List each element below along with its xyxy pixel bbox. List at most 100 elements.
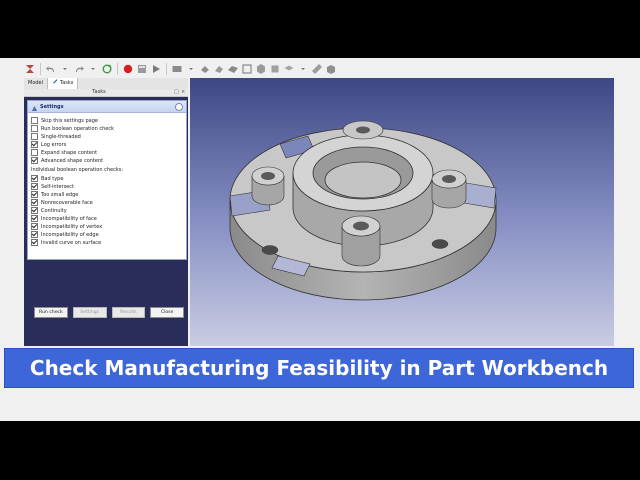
tab-back	[342, 120, 384, 140]
checkbox[interactable]	[31, 215, 38, 222]
boss-front	[341, 215, 381, 267]
tasks-header: Tasks □ ×	[24, 89, 188, 97]
option-skip-settings[interactable]: Skip this settings page	[31, 117, 98, 124]
checkbox[interactable]	[31, 125, 38, 132]
fit-selection-icon[interactable]	[213, 63, 225, 75]
view-axo-icon[interactable]	[255, 63, 267, 75]
option-label: Advanced shape content	[41, 157, 104, 164]
option-label: Log errors	[41, 141, 67, 148]
checkbox[interactable]	[31, 207, 38, 214]
check-bad-type[interactable]: Bad type	[31, 175, 63, 182]
main-toolbar	[24, 61, 614, 77]
checkbox[interactable]	[31, 175, 38, 182]
tab-label: Tasks	[60, 80, 74, 86]
measure-icon[interactable]	[311, 63, 323, 75]
option-expand-shape-content[interactable]: Expand shape content	[31, 149, 97, 156]
option-run-boolean-check[interactable]: Run boolean operation check	[31, 125, 114, 132]
results-button[interactable]: Results	[111, 307, 146, 318]
option-label: Run boolean operation check	[41, 125, 114, 132]
part-icon[interactable]	[325, 63, 337, 75]
boolean-checks-label: Individual boolean operation checks:	[31, 167, 124, 173]
macro-editor-icon[interactable]	[136, 63, 148, 75]
view-front-icon[interactable]	[269, 63, 281, 75]
check-geometry-icon	[31, 97, 38, 116]
settings-button[interactable]: Settings	[72, 307, 107, 318]
tab-model[interactable]: Model	[24, 78, 49, 89]
check-self-intersect[interactable]: Self-intersect	[31, 183, 74, 190]
check-geometry-buttons: Run check Settings Results Close	[34, 307, 184, 318]
center-bore	[324, 161, 402, 199]
check-incompatibility-face[interactable]: Incompatibility of face	[31, 215, 97, 222]
checkbox[interactable]	[31, 133, 38, 140]
collapse-section-icon[interactable]	[175, 103, 183, 111]
boss-right	[431, 169, 467, 209]
refresh-icon[interactable]	[101, 63, 113, 75]
tab-tasks[interactable]: Tasks	[48, 78, 79, 89]
bounding-box-icon[interactable]	[241, 63, 253, 75]
redo-icon[interactable]	[73, 63, 85, 75]
draw-style-icon[interactable]	[227, 63, 239, 75]
check-too-small-edge[interactable]: Too small edge	[31, 191, 78, 198]
checkbox[interactable]	[31, 157, 38, 164]
dropdown-arrow-icon[interactable]	[185, 63, 197, 75]
dropdown-arrow-icon[interactable]	[297, 63, 309, 75]
wrench-icon	[52, 78, 58, 89]
toolbar-separator	[40, 63, 41, 75]
checkbox[interactable]	[31, 239, 38, 246]
option-label: Invalid curve on surface	[41, 239, 102, 246]
part-model[interactable]	[190, 78, 614, 346]
float-panel-icon[interactable]: □	[174, 89, 179, 96]
option-single-threaded[interactable]: Single-threaded	[31, 133, 81, 140]
toolbar-separator	[117, 63, 118, 75]
check-incompatibility-edge[interactable]: Incompatibility of edge	[31, 231, 99, 238]
boss-left	[251, 166, 285, 206]
close-button[interactable]: Close	[150, 307, 184, 318]
checkbox[interactable]	[31, 191, 38, 198]
close-panel-icon[interactable]: ×	[181, 89, 185, 96]
checkbox[interactable]	[31, 183, 38, 190]
check-incompatibility-vertex[interactable]: Incompatibility of vertex	[31, 223, 102, 230]
option-label: Incompatibility of edge	[41, 231, 99, 238]
check-nonrecoverable-face[interactable]: Nonrecoverable face	[31, 199, 93, 206]
3d-viewport[interactable]	[190, 78, 614, 346]
fit-all-icon[interactable]	[199, 63, 211, 75]
option-label: Skip this settings page	[41, 117, 98, 124]
settings-title: Settings	[40, 103, 64, 110]
option-label: Self-intersect	[41, 183, 74, 190]
dropdown-arrow-icon[interactable]	[59, 63, 71, 75]
option-label: Incompatibility of vertex	[41, 223, 103, 230]
title-banner: Check Manufacturing Feasibility in Part …	[4, 348, 634, 388]
checkbox[interactable]	[31, 117, 38, 124]
freecad-window: Model Tasks Tasks □ × Settings Skip this…	[0, 58, 640, 421]
banner-title: Check Manufacturing Feasibility in Part …	[29, 356, 609, 380]
settings-header[interactable]: Settings	[28, 101, 186, 113]
check-invalid-curve[interactable]: Invalid curve on surface	[31, 239, 101, 246]
checkbox[interactable]	[31, 231, 38, 238]
checkbox[interactable]	[31, 149, 38, 156]
record-macro-icon[interactable]	[122, 63, 134, 75]
undo-icon[interactable]	[45, 63, 57, 75]
option-label: Too small edge	[41, 191, 79, 198]
checkbox[interactable]	[31, 141, 38, 148]
workbench-icon[interactable]	[24, 63, 36, 75]
option-label: Single-threaded	[41, 133, 81, 140]
view-top-icon[interactable]	[283, 63, 295, 75]
run-check-button[interactable]: Run check	[34, 307, 68, 318]
settings-box: Settings Skip this settings page Run boo…	[27, 100, 187, 260]
option-label: Expand shape content	[41, 149, 98, 156]
dropdown-arrow-icon[interactable]	[87, 63, 99, 75]
tasks-title: Tasks	[92, 89, 106, 95]
check-continuity[interactable]: Continuity	[31, 207, 67, 214]
option-log-errors[interactable]: Log errors	[31, 141, 66, 148]
checkbox[interactable]	[31, 199, 38, 206]
checkbox[interactable]	[31, 223, 38, 230]
view-display-icon[interactable]	[171, 63, 183, 75]
play-macro-icon[interactable]	[150, 63, 162, 75]
hole-front-left	[261, 245, 279, 255]
option-label: Incompatibility of face	[41, 215, 97, 222]
hole-front-right	[431, 239, 449, 249]
combo-view-tabs: Model Tasks	[24, 78, 188, 89]
option-label: Nonrecoverable face	[41, 199, 93, 206]
option-advanced-shape-content[interactable]: Advanced shape content	[31, 157, 103, 164]
combo-view-panel: Model Tasks Tasks □ × Settings Skip this…	[24, 78, 188, 346]
